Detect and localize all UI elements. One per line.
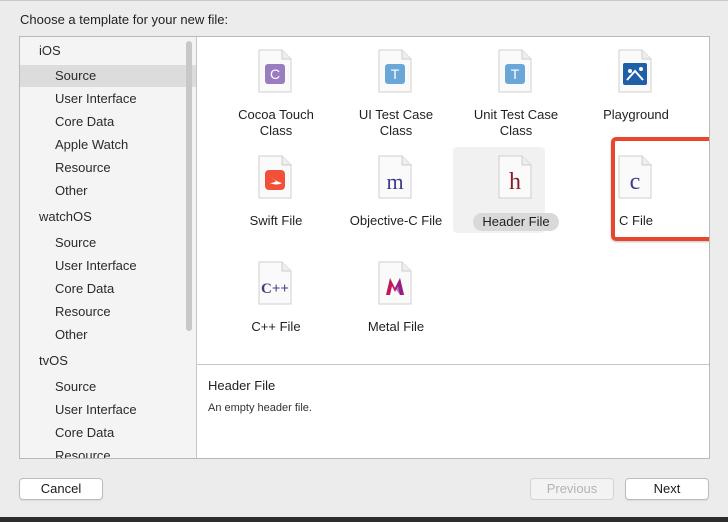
template-label: UI Test Case Class — [358, 107, 434, 138]
header-file-icon: h — [498, 155, 532, 199]
template-label: Header File — [456, 213, 576, 231]
template-cocoa-touch-class[interactable]: C Cocoa Touch Class — [216, 37, 336, 138]
cocoa-touch-class-icon: C — [258, 49, 292, 93]
window-bottom-edge — [0, 517, 728, 522]
sidebar-group-watchos: watchOS — [39, 209, 92, 224]
template-label: C++ File — [251, 319, 301, 334]
template-description-area: Header File An empty header file. — [197, 364, 709, 458]
playground-icon — [618, 49, 652, 93]
template-ui-test-case-class[interactable]: T UI Test Case Class — [336, 37, 456, 138]
template-label: Objective-C File — [349, 213, 443, 228]
sidebar-group-ios: iOS — [39, 43, 61, 58]
window-top-border — [0, 0, 728, 1]
dialog-prompt: Choose a template for your new file: — [20, 12, 229, 27]
sidebar-item-ios-core-data[interactable]: Core Data — [20, 111, 196, 133]
template-grid: C Cocoa Touch Class T UI Test Case Class — [197, 37, 709, 364]
selection-highlight-box — [611, 137, 709, 241]
swift-file-icon — [258, 155, 292, 199]
sidebar-item-ios-apple-watch[interactable]: Apple Watch — [20, 134, 196, 156]
template-label: Metal File — [367, 319, 425, 334]
unit-test-case-class-icon: T — [498, 49, 532, 93]
previous-button[interactable]: Previous — [530, 478, 614, 500]
description-text: An empty header file. — [208, 402, 312, 414]
sidebar-item-tvos-user-interface[interactable]: User Interface — [20, 399, 196, 421]
selected-template-label: Header File — [473, 213, 559, 231]
sidebar-item-watchos-source[interactable]: Source — [20, 232, 196, 254]
svg-text:m: m — [386, 169, 403, 194]
cpp-file-icon: C++ — [258, 261, 292, 305]
sidebar-scrollbar[interactable] — [186, 41, 192, 331]
objective-c-file-icon: m — [378, 155, 412, 199]
template-header-file[interactable]: h Header File — [456, 143, 576, 243]
svg-text:h: h — [509, 169, 521, 195]
sidebar-item-watchos-other[interactable]: Other — [20, 324, 196, 346]
sidebar-item-watchos-core-data[interactable]: Core Data — [20, 278, 196, 300]
template-playground[interactable]: Playground — [576, 37, 696, 137]
sidebar-item-tvos-core-data[interactable]: Core Data — [20, 422, 196, 444]
svg-text:T: T — [511, 66, 520, 82]
metal-file-icon — [378, 261, 412, 305]
sidebar-item-watchos-user-interface[interactable]: User Interface — [20, 255, 196, 277]
platform-sidebar: iOS Source User Interface Core Data Appl… — [20, 37, 197, 458]
template-metal-file[interactable]: Metal File — [336, 249, 456, 349]
sidebar-group-tvos: tvOS — [39, 353, 68, 368]
template-label: Playground — [603, 107, 669, 122]
template-chooser-panel: iOS Source User Interface Core Data Appl… — [19, 36, 710, 459]
sidebar-item-ios-other[interactable]: Other — [20, 180, 196, 202]
next-button[interactable]: Next — [625, 478, 709, 500]
sidebar-item-ios-user-interface[interactable]: User Interface — [20, 88, 196, 110]
svg-text:T: T — [391, 66, 400, 82]
description-title: Header File — [208, 378, 276, 393]
template-swift-file[interactable]: Swift File — [216, 143, 336, 243]
sidebar-item-ios-resource[interactable]: Resource — [20, 157, 196, 179]
template-unit-test-case-class[interactable]: T Unit Test Case Class — [456, 37, 576, 138]
svg-text:C: C — [270, 66, 280, 82]
sidebar-item-tvos-resource[interactable]: Resource — [20, 445, 196, 458]
template-cpp-file[interactable]: C++ C++ File — [216, 249, 336, 349]
template-label: Swift File — [249, 213, 303, 228]
svg-text:C++: C++ — [261, 281, 289, 297]
template-label: Unit Test Case Class — [473, 107, 559, 138]
ui-test-case-class-icon: T — [378, 49, 412, 93]
sidebar-item-watchos-resource[interactable]: Resource — [20, 301, 196, 323]
template-label: Cocoa Touch Class — [238, 107, 314, 138]
cancel-button[interactable]: Cancel — [19, 478, 103, 500]
sidebar-item-tvos-source[interactable]: Source — [20, 376, 196, 398]
template-objective-c-file[interactable]: m Objective-C File — [336, 143, 456, 243]
sidebar-item-ios-source[interactable]: Source — [20, 65, 196, 87]
